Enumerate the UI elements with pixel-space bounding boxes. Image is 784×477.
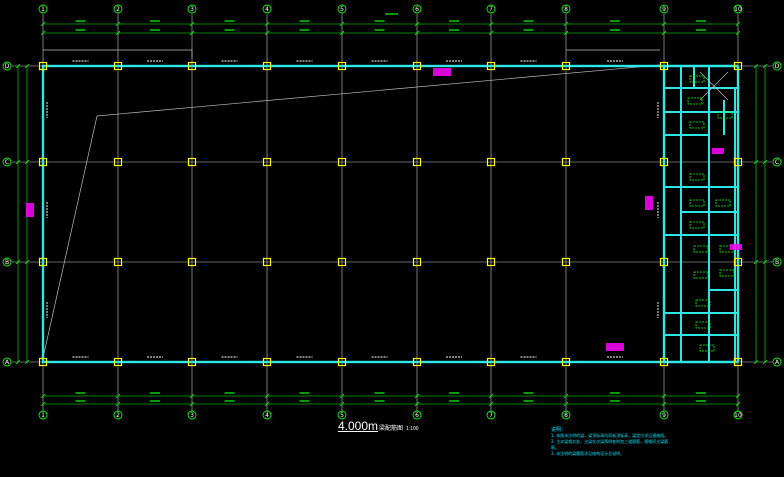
- axis-bubble: B: [772, 257, 782, 267]
- axis-label: 7: [489, 6, 493, 13]
- axis-bubble: 1: [38, 410, 48, 420]
- beam-label-mark: [689, 173, 705, 181]
- beam-label-mark: [695, 321, 711, 329]
- beam-annotation: [433, 68, 451, 76]
- axis-label: 10: [734, 6, 742, 13]
- axis-label: 5: [340, 6, 344, 13]
- axis-label: 8: [564, 6, 568, 13]
- beam-label-mark: [715, 199, 731, 207]
- stair-area-beams: [664, 66, 738, 362]
- axis-label: D: [775, 63, 780, 70]
- reference-lines: [42, 49, 661, 359]
- axis-bubble: 1: [38, 4, 48, 14]
- beam-label-mark: [699, 344, 715, 352]
- axis-bubble: 7: [486, 410, 496, 420]
- axis-bubble: C: [2, 157, 12, 167]
- drawing-title-subtitle: 梁配筋图: [379, 426, 404, 432]
- drawing-title-elevation: 4.000m: [338, 419, 379, 433]
- axis-bubble: 3: [187, 410, 197, 420]
- beam-label-mark: [695, 299, 711, 307]
- beams: [41, 64, 740, 364]
- reference-line: [42, 115, 98, 359]
- axis-label: 3: [190, 6, 194, 13]
- beam-label-mark: [689, 75, 705, 83]
- axis-bubble: 8: [561, 410, 571, 420]
- axis-label: B: [775, 259, 779, 266]
- perimeter-beam: [41, 64, 666, 364]
- axis-label: 3: [190, 412, 194, 419]
- beam-annotation: [26, 203, 34, 217]
- axis-label: D: [5, 63, 10, 70]
- axis-bubble: A: [2, 357, 12, 367]
- beam-annotation: [606, 343, 624, 351]
- beam-annotation: [645, 196, 653, 210]
- axis-bubble: 5: [337, 4, 347, 14]
- axis-bubble: D: [772, 61, 782, 71]
- columns: [38, 61, 743, 367]
- axis-bubble: 4: [262, 4, 272, 14]
- drawing-title: 4.000m梁配筋图 1:100: [338, 417, 419, 435]
- notes-line: 2. 主次梁相交处，主梁在次梁两侧各附加三道箍筋，规格同主梁箍筋。: [551, 439, 669, 450]
- axis-label: 4: [265, 6, 269, 13]
- beam-label-mark: [689, 121, 705, 129]
- axis-label: C: [5, 159, 9, 166]
- reference-line: [96, 64, 661, 117]
- beam-annotation: [712, 148, 724, 154]
- axis-label: 9: [662, 412, 666, 419]
- axis-bubble: 7: [486, 4, 496, 14]
- axis-label: 10: [734, 412, 742, 419]
- axis-label: 6: [415, 6, 419, 13]
- beam-label-mark: [719, 269, 735, 277]
- axis-bubble: 8: [561, 4, 571, 14]
- axis-bubble: C: [772, 157, 782, 167]
- axis-bubble: 9: [659, 410, 669, 420]
- axis-bubble: 2: [113, 4, 123, 14]
- axis-label: B: [5, 259, 9, 266]
- beam-annotations: [26, 60, 742, 358]
- axis-label: 4: [265, 412, 269, 419]
- floor-plan-drawing: 1122334455667788991010D DC CB BA A: [2, 4, 782, 420]
- beam-annotation: [730, 244, 742, 250]
- notes-line: 3. 未注明的梁腰筋详见结构设计总说明。: [551, 451, 625, 456]
- axis-label: 1: [41, 412, 45, 419]
- axis-bubble: D: [2, 61, 12, 71]
- axis-label: C: [775, 159, 779, 166]
- beam-label-mark: [689, 199, 705, 207]
- axis-bubble: 6: [412, 4, 422, 14]
- beam-label-mark: [693, 245, 709, 253]
- beam-label-mark: [693, 271, 709, 279]
- axis-label: 9: [662, 6, 666, 13]
- axis-bubble: 10: [733, 4, 743, 14]
- beam-label-mark: [689, 221, 705, 229]
- drawing-scale: 1:100: [406, 426, 419, 432]
- axis-label: 7: [489, 412, 493, 419]
- axis-label: 2: [116, 412, 120, 419]
- axis-bubble: 4: [262, 410, 272, 420]
- axis-bubble: 3: [187, 4, 197, 14]
- design-notes: 说明： 1. 本图未注明的梁，梁顶标高均同板顶标高，梁定位详见建施图。 2. 主…: [551, 427, 676, 457]
- axis-label: 1: [41, 6, 45, 13]
- beam-label-mark: [687, 97, 703, 105]
- dimension-lines: [15, 13, 768, 407]
- axis-bubble: 9: [659, 4, 669, 14]
- axis-bubble: B: [2, 257, 12, 267]
- axis-bubble: A: [772, 357, 782, 367]
- axis-bubble: 2: [113, 410, 123, 420]
- axis-bubble: 10: [733, 410, 743, 420]
- axis-label: 8: [564, 412, 568, 419]
- axis-label: 2: [116, 6, 120, 13]
